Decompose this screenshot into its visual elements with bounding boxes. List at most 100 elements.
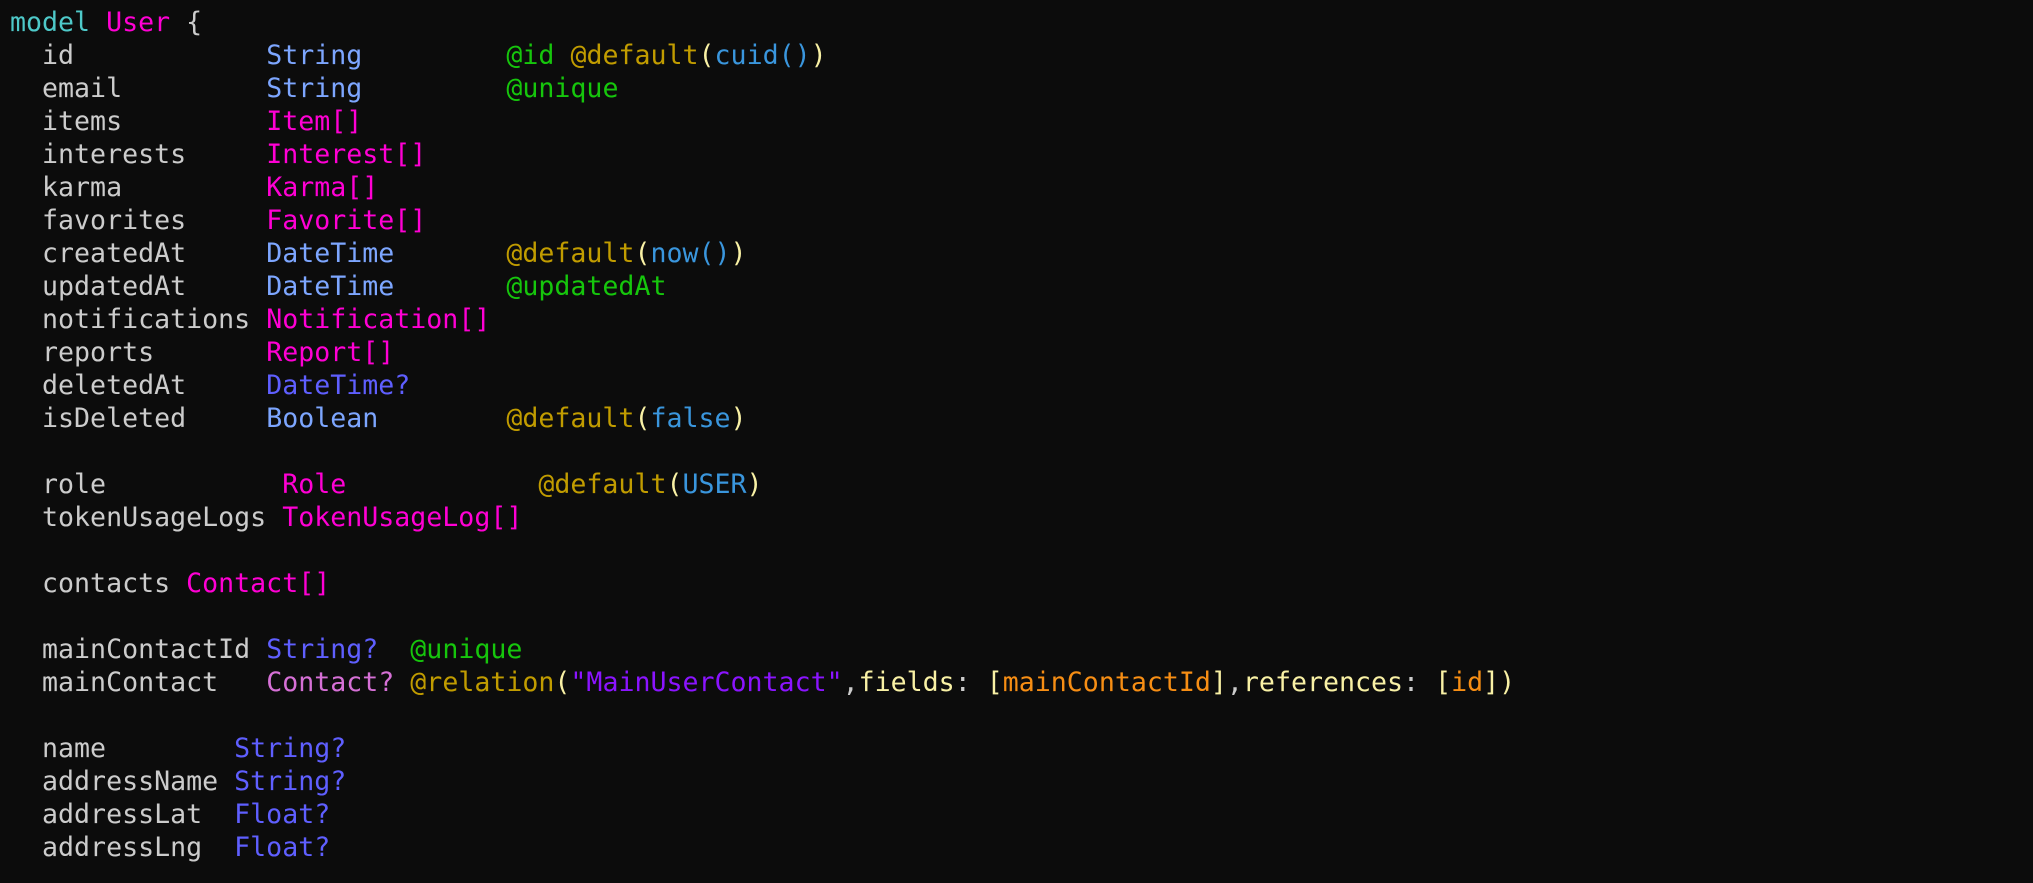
token-punct: :: [954, 667, 987, 698]
token-optional: DateTime?: [266, 370, 411, 401]
token-punct: [378, 634, 410, 665]
token-field: karma: [10, 172, 267, 203]
token-punct: [394, 238, 506, 269]
token-fn: false: [650, 403, 731, 434]
token-relarr: Report[]: [266, 337, 395, 368]
token-field: name: [10, 733, 235, 764]
code-line: tokenUsageLogs TokenUsageLog[]: [10, 501, 2033, 534]
token-field: createdAt: [10, 238, 267, 269]
code-line: createdAt DateTime @default(now()): [10, 237, 2033, 270]
token-paren: ): [810, 40, 827, 71]
code-line: addressLng Float?: [10, 831, 2033, 864]
token-attr-gold: @default: [538, 469, 667, 500]
token-field: mainContactId: [10, 634, 267, 665]
token-paren: (: [554, 667, 571, 698]
code-line: deletedAt DateTime?: [10, 369, 2033, 402]
token-field: reports: [10, 337, 267, 368]
code-line: contacts Contact[]: [10, 567, 2033, 600]
token-field: id: [10, 40, 267, 71]
token-paren: ]): [1483, 667, 1516, 698]
code-line: email String @unique: [10, 72, 2033, 105]
token-fn: now(): [650, 238, 731, 269]
code-line: items Item[]: [10, 105, 2033, 138]
token-ref: id: [1451, 667, 1484, 698]
token-scalar: DateTime: [266, 271, 395, 302]
token-fn: USER: [682, 469, 747, 500]
token-field: favorites: [10, 205, 267, 236]
code-line: isDeleted Boolean @default(false): [10, 402, 2033, 435]
token-arg: references: [1242, 667, 1404, 698]
token-scalar: DateTime: [266, 238, 395, 269]
token-scalar: Boolean: [266, 403, 379, 434]
token-paren: [: [986, 667, 1003, 698]
code-line: updatedAt DateTime @updatedAt: [10, 270, 2033, 303]
token-attr-gold: @default: [506, 238, 635, 269]
token-attr-grn: @unique: [410, 634, 523, 665]
token-relarr: TokenUsageLog[]: [282, 502, 523, 533]
token-field: addressLat: [10, 799, 235, 830]
token-relopt: Contact?: [266, 667, 395, 698]
code-editor[interactable]: model User { id String @id @default(cuid…: [0, 0, 2033, 883]
token-paren: ): [730, 403, 747, 434]
token-relarr: Role: [282, 469, 347, 500]
code-line: model User {: [10, 6, 2033, 39]
token-attr-grn: @id: [506, 40, 555, 71]
token-field: email: [10, 73, 267, 104]
code-line: role Role @default(USER): [10, 468, 2033, 501]
token-punct: [362, 40, 506, 71]
token-attr-gold: @default: [506, 403, 635, 434]
token-optional: String?: [234, 733, 347, 764]
token-scalar: String: [266, 73, 363, 104]
code-line: id String @id @default(cuid()): [10, 39, 2033, 72]
token-punct: ,: [842, 667, 859, 698]
token-relarr: Notification[]: [266, 304, 491, 335]
token-punct: [90, 7, 106, 38]
token-paren: ): [730, 238, 747, 269]
token-paren: (: [698, 40, 715, 71]
token-field: addressLng: [10, 832, 235, 863]
token-relarr: Favorite[]: [266, 205, 427, 236]
token-punct: :: [1403, 667, 1436, 698]
token-punct: [346, 469, 538, 500]
token-scalar: String: [266, 40, 363, 71]
token-field: mainContact: [10, 667, 267, 698]
token-attr-grn: @updatedAt: [506, 271, 667, 302]
token-paren: (: [666, 469, 683, 500]
token-punct: ,: [1226, 667, 1243, 698]
token-field: updatedAt: [10, 271, 267, 302]
token-punct: [362, 73, 506, 104]
token-attr-grn: @unique: [506, 73, 619, 104]
token-paren: (: [634, 238, 651, 269]
token-field: interests: [10, 139, 267, 170]
token-relarr: Interest[]: [266, 139, 427, 170]
token-field: notifications: [10, 304, 267, 335]
token-optional: String?: [234, 766, 347, 797]
token-punct: [378, 403, 506, 434]
code-line: favorites Favorite[]: [10, 204, 2033, 237]
token-field: items: [10, 106, 267, 137]
token-punct: [554, 40, 570, 71]
token-field: tokenUsageLogs: [10, 502, 283, 533]
token-model: User: [106, 7, 171, 38]
code-line: karma Karma[]: [10, 171, 2033, 204]
token-punct: [394, 667, 410, 698]
token-paren: (: [634, 403, 651, 434]
code-line: reports Report[]: [10, 336, 2033, 369]
token-field: contacts: [10, 568, 187, 599]
token-relarr: Karma[]: [266, 172, 379, 203]
token-optional: Float?: [234, 832, 331, 863]
token-attr-gold: @default: [570, 40, 699, 71]
token-attr-gold: @relation: [410, 667, 555, 698]
code-line: notifications Notification[]: [10, 303, 2033, 336]
token-paren: ): [746, 469, 763, 500]
token-field: deletedAt: [10, 370, 267, 401]
code-line: addressName String?: [10, 765, 2033, 798]
token-relarr: Item[]: [266, 106, 363, 137]
token-string: "MainUserContact": [570, 667, 843, 698]
token-field: addressName: [10, 766, 235, 797]
token-kw: model: [10, 7, 91, 38]
